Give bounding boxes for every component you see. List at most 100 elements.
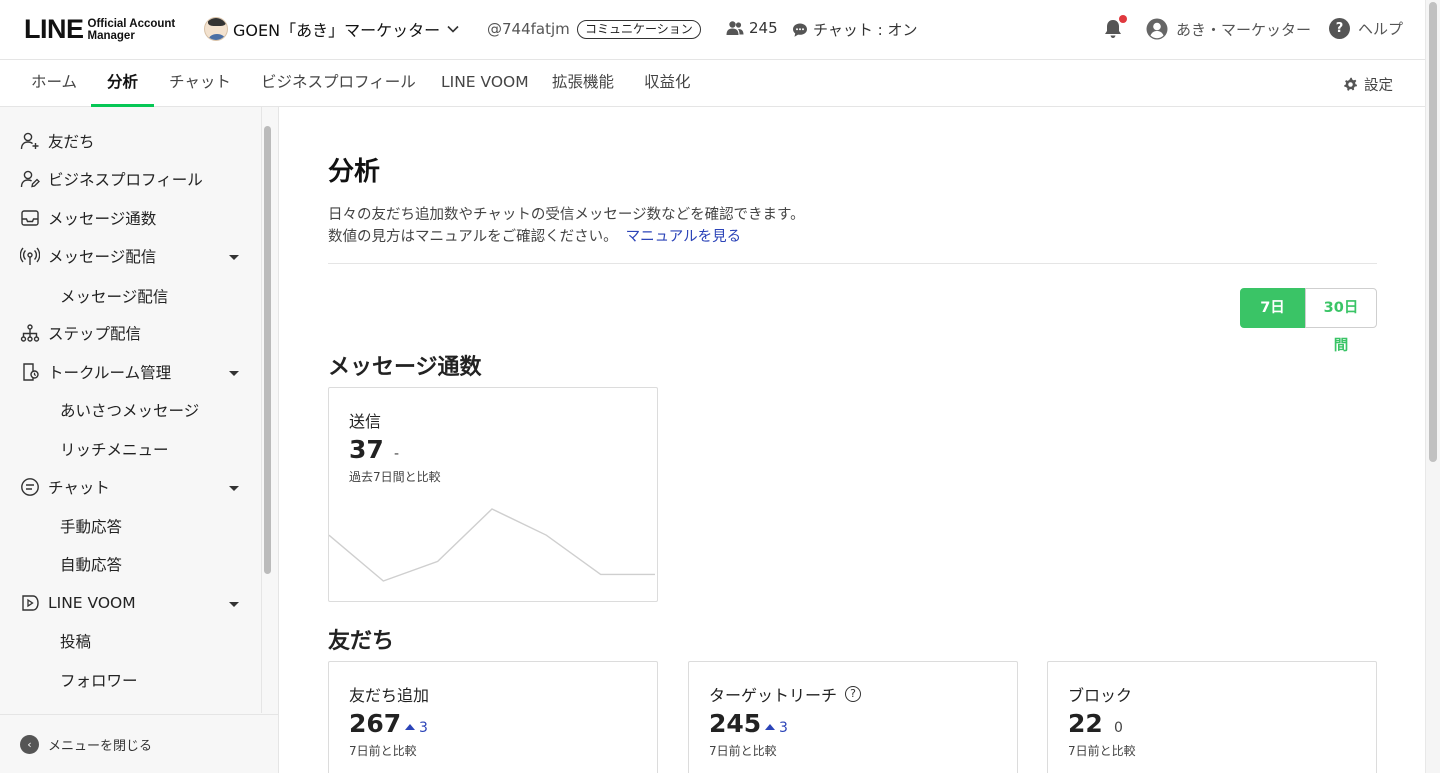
sidebar-subitem-followers[interactable]: フォロワー xyxy=(60,669,138,691)
sidebar-item-label: 友だち xyxy=(48,133,95,151)
page-title: 分析 xyxy=(328,157,381,187)
sidebar-subitem-auto-reply[interactable]: 自動応答 xyxy=(60,553,122,575)
tab-chat[interactable]: チャット xyxy=(169,60,231,107)
card-diff: 3 xyxy=(765,720,788,736)
card-label: 友だち追加 xyxy=(349,686,430,705)
people-icon xyxy=(726,21,744,35)
account-name: GOEN「あき」マーケッター xyxy=(233,21,441,40)
card-block[interactable]: ブロック 22 0 7日前と比較 xyxy=(1047,661,1377,773)
sidebar-subitem-manual-reply[interactable]: 手動応答 xyxy=(60,515,122,537)
caret-down-icon[interactable] xyxy=(229,602,239,607)
question-mark-icon[interactable]: ? xyxy=(845,686,862,702)
tab-analytics[interactable]: 分析 xyxy=(90,60,155,107)
logo-subtext: Official Account Manager xyxy=(88,18,176,42)
notification-dot xyxy=(1119,15,1127,23)
card-friend-add[interactable]: 友だち追加 267 3 7日前と比較 xyxy=(328,661,658,773)
card-diff-value: 3 xyxy=(779,720,788,736)
voom-icon xyxy=(22,595,39,611)
main-content: 分析 日々の友だち追加数やチャットの受信メッセージ数などを確認できます。 数値の… xyxy=(280,107,1425,773)
period-30days-button[interactable]: 30日間 xyxy=(1305,288,1377,354)
page-description: 日々の友だち追加数やチャットの受信メッセージ数などを確認できます。 xyxy=(328,207,805,223)
card-value: 22 xyxy=(1068,709,1103,738)
tab-home[interactable]: ホーム xyxy=(31,60,77,107)
sidebar-item-business-profile[interactable]: ビジネスプロフィール xyxy=(20,168,203,190)
card-value: 245 xyxy=(709,709,762,738)
card-note: 7日前と比較 xyxy=(709,744,777,758)
period-toggle: 7日間 30日間 xyxy=(1240,288,1377,354)
caret-down-icon[interactable] xyxy=(229,371,239,376)
manual-note: 数値の見方はマニュアルをご確認ください。 xyxy=(328,229,618,245)
sidebar-item-message-delivery[interactable]: メッセージ配信 xyxy=(20,245,156,267)
tab-monetization[interactable]: 収益化 xyxy=(644,60,691,107)
user-avatar-icon xyxy=(1146,18,1168,40)
logo-subtext-line2: Manager xyxy=(87,29,135,42)
profile-icon xyxy=(20,170,40,188)
user-menu[interactable]: あき・マーケッター xyxy=(1146,18,1311,40)
card-sent[interactable]: 送信 37 - 過去7日間と比較 xyxy=(328,387,658,602)
chat-bubble-icon xyxy=(21,478,39,496)
section-title-messages: メッセージ通数 xyxy=(328,355,482,380)
card-diff-value: 3 xyxy=(419,720,428,736)
help-link[interactable]: ? ヘルプ xyxy=(1329,18,1403,39)
tab-line-voom[interactable]: LINE VOOM xyxy=(441,60,529,107)
page-description-2: 数値の見方はマニュアルをご確認ください。 マニュアルを見る xyxy=(328,225,741,246)
period-7days-button[interactable]: 7日間 xyxy=(1240,288,1305,354)
sidebar-item-label: メッセージ通数 xyxy=(48,210,157,228)
triangle-up-icon xyxy=(765,724,775,730)
card-diff: 0 xyxy=(1114,720,1123,736)
sidebar-item-label: LINE VOOM xyxy=(48,594,136,612)
sidebar-subitem-greeting-message[interactable]: あいさつメッセージ xyxy=(60,399,199,421)
chevron-down-icon xyxy=(447,25,459,33)
card-label: 送信 xyxy=(349,412,382,431)
line-oa-logo[interactable]: LINE Official Account Manager xyxy=(24,16,175,43)
plan-badge: コミュニケーション xyxy=(577,20,701,39)
sidebar-subitem-posts[interactable]: 投稿 xyxy=(60,630,91,652)
sidebar-item-step-delivery[interactable]: ステップ配信 xyxy=(20,322,141,344)
sidebar-item-talkroom-management[interactable]: トークルーム管理 xyxy=(20,361,171,383)
chat-icon xyxy=(793,23,807,37)
tab-business-profile[interactable]: ビジネスプロフィール xyxy=(261,60,416,107)
account-switcher[interactable]: GOEN「あき」マーケッター xyxy=(204,17,460,41)
broadcast-icon xyxy=(20,247,40,265)
chat-status[interactable]: チャット : オン xyxy=(792,19,917,40)
chevron-left-icon: ‹ xyxy=(20,734,39,754)
sidebar-item-line-voom[interactable]: LINE VOOM xyxy=(20,593,136,613)
sidebar-item-label: ビジネスプロフィール xyxy=(48,171,203,189)
card-target-reach[interactable]: ターゲットリーチ? 245 3 7日前と比較 xyxy=(688,661,1018,773)
divider xyxy=(328,263,1377,264)
account-avatar xyxy=(204,17,228,41)
main-nav-tabs: ホーム 分析 チャット ビジネスプロフィール LINE VOOM 拡張機能 収益… xyxy=(0,60,1425,107)
page-scrollbar-thumb[interactable] xyxy=(1429,2,1437,462)
sidebar-item-label: メッセージ配信 xyxy=(48,248,157,266)
close-menu-label: メニューを閉じる xyxy=(48,738,153,754)
settings-link[interactable]: 設定 xyxy=(1343,74,1393,95)
sent-sparkline-chart xyxy=(329,508,655,582)
card-value: 267 xyxy=(349,709,402,738)
card-label-text: ターゲットリーチ xyxy=(709,686,838,705)
sidebar-subitem-rich-menu[interactable]: リッチメニュー xyxy=(60,438,169,460)
caret-down-icon[interactable] xyxy=(229,486,239,491)
sidebar-scrollbar-thumb[interactable] xyxy=(264,126,271,574)
sidebar-item-friends[interactable]: 友だち xyxy=(20,130,95,152)
account-id: @744fatjm xyxy=(487,20,570,38)
card-note: 過去7日間と比較 xyxy=(349,470,441,484)
help-icon: ? xyxy=(1329,18,1350,39)
sidebar-item-chat[interactable]: チャット xyxy=(20,476,110,498)
card-value: 37 xyxy=(349,435,384,464)
sidebar-subitem-message-delivery[interactable]: メッセージ配信 xyxy=(60,285,168,307)
tab-extensions[interactable]: 拡張機能 xyxy=(552,60,614,107)
chat-status-label: チャット : オン xyxy=(813,21,918,39)
card-note: 7日前と比較 xyxy=(349,744,417,758)
card-diff: - xyxy=(394,446,400,462)
sidebar-item-message-count[interactable]: メッセージ通数 xyxy=(20,207,156,229)
triangle-up-icon xyxy=(405,724,415,730)
sidebar-menu: 友だち ビジネスプロフィール メッセージ通数 メッセージ配信 メッセージ配信 ス… xyxy=(0,107,260,713)
close-menu-button[interactable]: ‹ メニューを閉じる xyxy=(0,714,278,773)
manual-link[interactable]: マニュアルを見る xyxy=(626,229,742,245)
section-title-friends: 友だち xyxy=(328,629,395,654)
caret-down-icon[interactable] xyxy=(229,255,239,260)
card-diff: 3 xyxy=(405,720,428,736)
sparkline-series xyxy=(329,508,655,582)
user-name: あき・マーケッター xyxy=(1176,20,1312,39)
logo-subtext-line1: Official Account xyxy=(87,17,176,30)
